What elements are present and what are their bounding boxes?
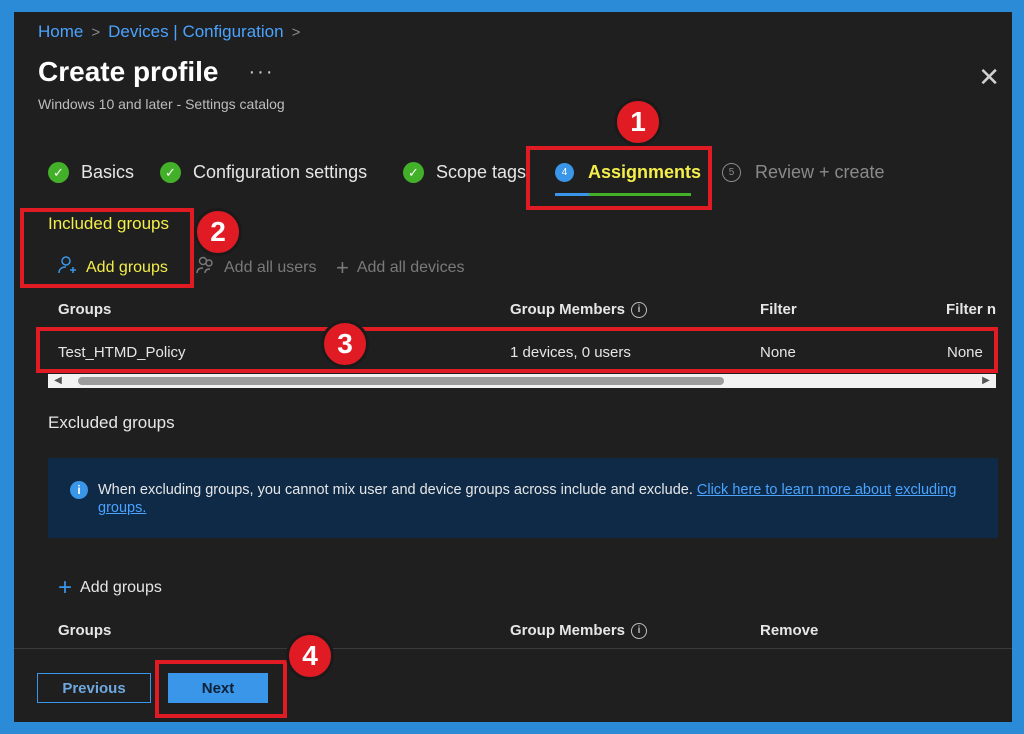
info-icon: i [631,623,648,640]
add-all-devices-button[interactable]: + Add all devices [336,255,464,281]
column-header-groups: Groups [58,301,112,318]
column-header-group-members: Group Members i [510,301,648,319]
step-label: Configuration settings [193,162,368,182]
column-header-filter: Filter [760,301,797,318]
step-review-create[interactable]: 5 Review + create [722,162,885,183]
highlight-box-assignments [526,146,712,210]
add-all-users-button[interactable]: Add all users [196,255,317,280]
info-icon: i [631,302,648,319]
column-header-groups: Groups [58,622,112,639]
scroll-left-icon[interactable]: ◀ [52,374,64,388]
add-all-devices-label: Add all devices [356,259,465,276]
info-banner: i When excluding groups, you cannot mix … [48,458,998,538]
highlight-box-next [155,660,287,718]
column-header-label: Group Members [510,622,626,639]
breadcrumb-devices-configuration[interactable]: Devices | Configuration [108,22,283,42]
plus-icon: + [58,574,73,601]
step-basics[interactable]: ✓ Basics [48,162,134,183]
highlight-box-group-row [36,327,998,373]
add-all-users-label: Add all users [224,258,317,276]
page-subtitle: Windows 10 and later - Settings catalog [38,96,285,112]
add-excluded-groups-button[interactable]: + Add groups [58,574,162,602]
step-number-icon: 5 [722,163,741,182]
column-header-remove: Remove [760,622,819,639]
more-options-icon[interactable]: ··· [249,61,275,84]
chevron-right-icon: > [291,23,301,41]
learn-more-link[interactable]: Click here to learn more about [697,482,891,498]
scroll-right-icon[interactable]: ▶ [980,374,992,388]
step-label: Scope tags [436,162,527,182]
excluded-groups-title: Excluded groups [48,413,175,432]
users-icon [196,255,216,280]
column-header-group-members: Group Members i [510,622,648,640]
annotation-badge-4: 4 [286,632,334,680]
plus-icon: + [336,255,349,280]
checkmark-icon: ✓ [403,162,424,183]
info-icon: i [70,481,88,499]
breadcrumb-home[interactable]: Home [38,22,83,42]
wizard-steps: ✓ Basics ✓ Configuration settings ✓ Scop… [48,162,988,192]
title-row: Create profile ··· [38,56,274,88]
highlight-box-add-groups [20,208,194,288]
annotation-badge-1: 1 [614,98,662,146]
annotation-badge-2: 2 [194,208,242,256]
info-message: When excluding groups, you cannot mix us… [98,482,693,498]
column-header-filter-mode: Filter n [946,301,997,318]
info-banner-text: When excluding groups, you cannot mix us… [98,481,958,517]
add-groups-label: Add groups [80,579,162,596]
step-label: Basics [81,162,135,182]
step-label: Review + create [755,162,885,182]
scrollbar-thumb[interactable] [78,377,724,385]
step-scope-tags[interactable]: ✓ Scope tags [403,162,526,183]
breadcrumb: Home > Devices | Configuration > [38,22,308,42]
checkmark-icon: ✓ [48,162,69,183]
column-header-label: Group Members [510,301,626,318]
close-icon[interactable]: ✕ [978,62,1000,93]
chevron-right-icon: > [91,23,101,41]
checkmark-icon: ✓ [160,162,181,183]
step-configuration-settings[interactable]: ✓ Configuration settings [160,162,367,183]
page-title: Create profile [38,56,219,87]
horizontal-scrollbar[interactable]: ◀ ▶ [48,374,996,388]
annotation-badge-3: 3 [321,320,369,368]
previous-button[interactable]: Previous [37,673,151,703]
